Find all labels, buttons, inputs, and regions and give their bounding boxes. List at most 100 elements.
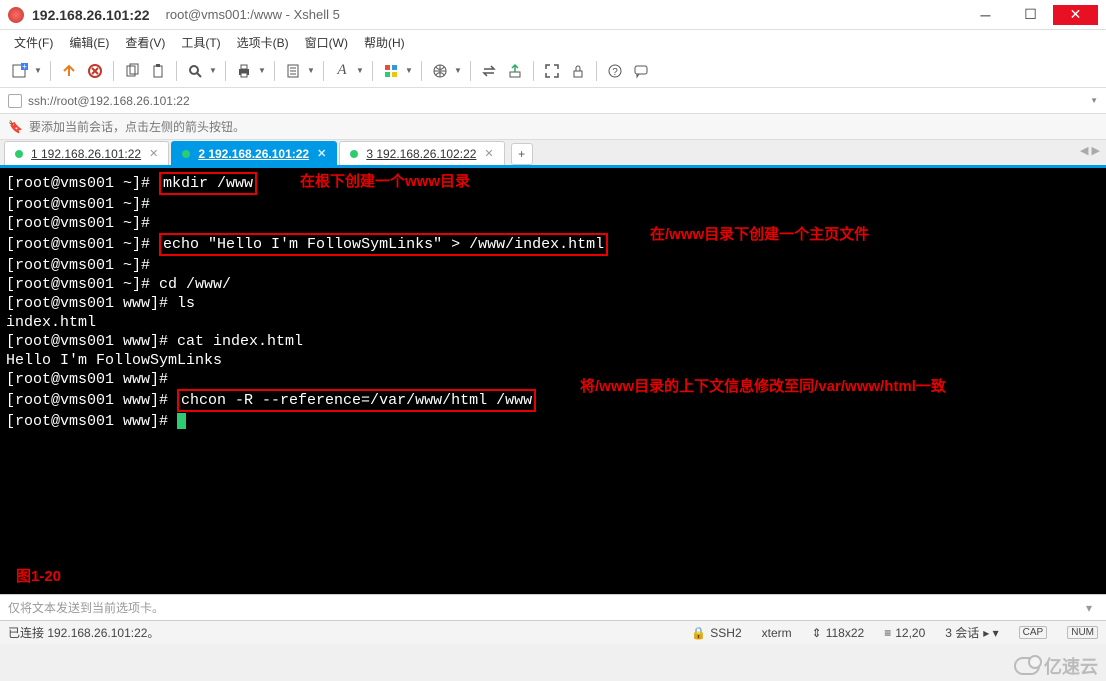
watermark-text: 亿速云 bbox=[1044, 653, 1098, 679]
terminal-line: [root@vms001 ~]# cd /www/ bbox=[6, 275, 1100, 294]
figure-label: 图1-20 bbox=[16, 567, 61, 586]
svg-text:?: ? bbox=[612, 67, 618, 78]
tab-label: 1 192.168.26.101:22 bbox=[31, 147, 141, 161]
highlighted-command: chcon -R --reference=/var/www/html /www bbox=[177, 389, 536, 412]
font-icon[interactable]: A bbox=[330, 59, 354, 83]
dropdown-icon[interactable]: ▼ bbox=[34, 66, 44, 75]
status-connection: 已连接 192.168.26.101:22。 bbox=[8, 624, 159, 641]
dropdown-icon[interactable]: ▼ bbox=[307, 66, 317, 75]
app-icon bbox=[8, 7, 24, 23]
menu-edit[interactable]: 编辑(E) bbox=[63, 32, 115, 53]
lock-icon[interactable] bbox=[566, 59, 590, 83]
toolbar-separator bbox=[372, 61, 373, 81]
tab-session-1[interactable]: 1 192.168.26.101:22 ✕ bbox=[4, 141, 169, 165]
address-url: ssh://root@192.168.26.101:22 bbox=[28, 94, 190, 108]
copy-icon[interactable] bbox=[120, 59, 144, 83]
menu-view[interactable]: 查看(V) bbox=[119, 32, 171, 53]
tab-nav-arrows[interactable]: ◀ ▶ bbox=[1080, 144, 1100, 157]
session-icon bbox=[8, 94, 22, 108]
tab-close-icon[interactable]: ✕ bbox=[317, 147, 326, 160]
terminal-line: [root@vms001 ~]# bbox=[6, 195, 1100, 214]
toolbar-separator bbox=[533, 61, 534, 81]
menu-bar: 文件(F) 编辑(E) 查看(V) 工具(T) 选项卡(B) 窗口(W) 帮助(… bbox=[0, 30, 1106, 54]
address-dropdown-icon[interactable]: ▼ bbox=[1090, 96, 1098, 105]
menu-window[interactable]: 窗口(W) bbox=[299, 32, 354, 53]
tab-close-icon[interactable]: ✕ bbox=[149, 147, 158, 160]
print-icon[interactable] bbox=[232, 59, 256, 83]
terminal-line: [root@vms001 www]# ls bbox=[6, 294, 1100, 313]
tab-label: 2 192.168.26.101:22 bbox=[198, 147, 309, 161]
window-controls: ─ ☐ ✕ bbox=[963, 5, 1098, 25]
dropdown-icon[interactable]: ▼ bbox=[258, 66, 268, 75]
new-session-icon[interactable]: + bbox=[8, 59, 32, 83]
search-icon[interactable] bbox=[183, 59, 207, 83]
status-size: ⇕ 118x22 bbox=[812, 626, 865, 640]
status-bar: 已连接 192.168.26.101:22。 🔒 SSH2 xterm ⇕ 11… bbox=[0, 620, 1106, 644]
title-bar: 192.168.26.101:22 root@vms001:/www - Xsh… bbox=[0, 0, 1106, 30]
minimize-button[interactable]: ─ bbox=[963, 5, 1008, 25]
toolbar-separator bbox=[225, 61, 226, 81]
compose-placeholder: 仅将文本发送到当前选项卡。 bbox=[8, 599, 164, 616]
terminal-line: [root@vms001 ~]# mkdir /www bbox=[6, 172, 1100, 195]
toolbar-separator bbox=[470, 61, 471, 81]
terminal-line: [root@vms001 www]# cat index.html bbox=[6, 332, 1100, 351]
help-icon[interactable]: ? bbox=[603, 59, 627, 83]
terminal-pane[interactable]: [root@vms001 ~]# mkdir /www[root@vms001 … bbox=[0, 168, 1106, 594]
tab-session-3[interactable]: 3 192.168.26.102:22 ✕ bbox=[339, 141, 504, 165]
maximize-button[interactable]: ☐ bbox=[1008, 5, 1053, 25]
toolbar-separator bbox=[323, 61, 324, 81]
title-path: root@vms001:/www - Xshell 5 bbox=[166, 7, 340, 22]
svg-text:+: + bbox=[22, 62, 27, 71]
address-bar[interactable]: ssh://root@192.168.26.101:22 ▼ bbox=[0, 88, 1106, 114]
dropdown-icon[interactable]: ▼ bbox=[454, 66, 464, 75]
globe-icon[interactable] bbox=[428, 59, 452, 83]
toolbar-separator bbox=[176, 61, 177, 81]
toolbar-separator bbox=[113, 61, 114, 81]
chat-icon[interactable] bbox=[629, 59, 653, 83]
properties-icon[interactable] bbox=[281, 59, 305, 83]
terminal-line: [root@vms001 www]# bbox=[6, 412, 1100, 431]
tab-session-2[interactable]: 2 192.168.26.101:22 ✕ bbox=[171, 141, 337, 165]
send-icon[interactable]: ▾ bbox=[1080, 599, 1098, 617]
annotation-text: 在/www目录下创建一个主页文件 bbox=[650, 225, 869, 244]
dropdown-icon[interactable]: ▼ bbox=[356, 66, 366, 75]
status-protocol: 🔒 SSH2 bbox=[691, 626, 741, 640]
status-dot-icon bbox=[182, 150, 190, 158]
close-button[interactable]: ✕ bbox=[1053, 5, 1098, 25]
color-icon[interactable] bbox=[379, 59, 403, 83]
menu-help[interactable]: 帮助(H) bbox=[358, 32, 411, 53]
highlighted-command: mkdir /www bbox=[159, 172, 257, 195]
terminal-line: index.html bbox=[6, 313, 1100, 332]
toolbar: + ▼ ▼ ▼ ▼ A ▼ ▼ ▼ ? bbox=[0, 54, 1106, 88]
menu-tab[interactable]: 选项卡(B) bbox=[231, 32, 295, 53]
terminal-line: Hello I'm FollowSymLinks bbox=[6, 351, 1100, 370]
terminal-line: [root@vms001 ~]# bbox=[6, 214, 1100, 233]
menu-file[interactable]: 文件(F) bbox=[8, 32, 59, 53]
disconnect-icon[interactable] bbox=[83, 59, 107, 83]
upload-icon[interactable] bbox=[503, 59, 527, 83]
status-dot-icon bbox=[350, 150, 358, 158]
status-dot-icon bbox=[15, 150, 23, 158]
status-caps: CAP bbox=[1019, 626, 1048, 639]
tab-close-icon[interactable]: ✕ bbox=[484, 147, 493, 160]
compose-bar[interactable]: 仅将文本发送到当前选项卡。 ▾ bbox=[0, 594, 1106, 620]
dropdown-icon[interactable]: ▼ bbox=[405, 66, 415, 75]
tab-bar: 1 192.168.26.101:22 ✕ 2 192.168.26.101:2… bbox=[0, 140, 1106, 168]
tab-add-button[interactable]: + bbox=[511, 143, 533, 165]
menu-tools[interactable]: 工具(T) bbox=[175, 32, 226, 53]
terminal-line: [root@vms001 ~]# bbox=[6, 256, 1100, 275]
watermark-icon bbox=[1014, 657, 1040, 675]
transfer-icon[interactable] bbox=[477, 59, 501, 83]
toolbar-separator bbox=[274, 61, 275, 81]
paste-icon[interactable] bbox=[146, 59, 170, 83]
fullscreen-icon[interactable] bbox=[540, 59, 564, 83]
status-termtype: xterm bbox=[762, 626, 792, 640]
reconnect-icon[interactable] bbox=[57, 59, 81, 83]
bookmark-icon[interactable]: 🔖 bbox=[8, 120, 23, 134]
toolbar-separator bbox=[421, 61, 422, 81]
terminal-cursor bbox=[177, 413, 186, 429]
title-ip: 192.168.26.101:22 bbox=[32, 7, 150, 23]
dropdown-icon[interactable]: ▼ bbox=[209, 66, 219, 75]
tab-label: 3 192.168.26.102:22 bbox=[366, 147, 476, 161]
toolbar-separator bbox=[50, 61, 51, 81]
